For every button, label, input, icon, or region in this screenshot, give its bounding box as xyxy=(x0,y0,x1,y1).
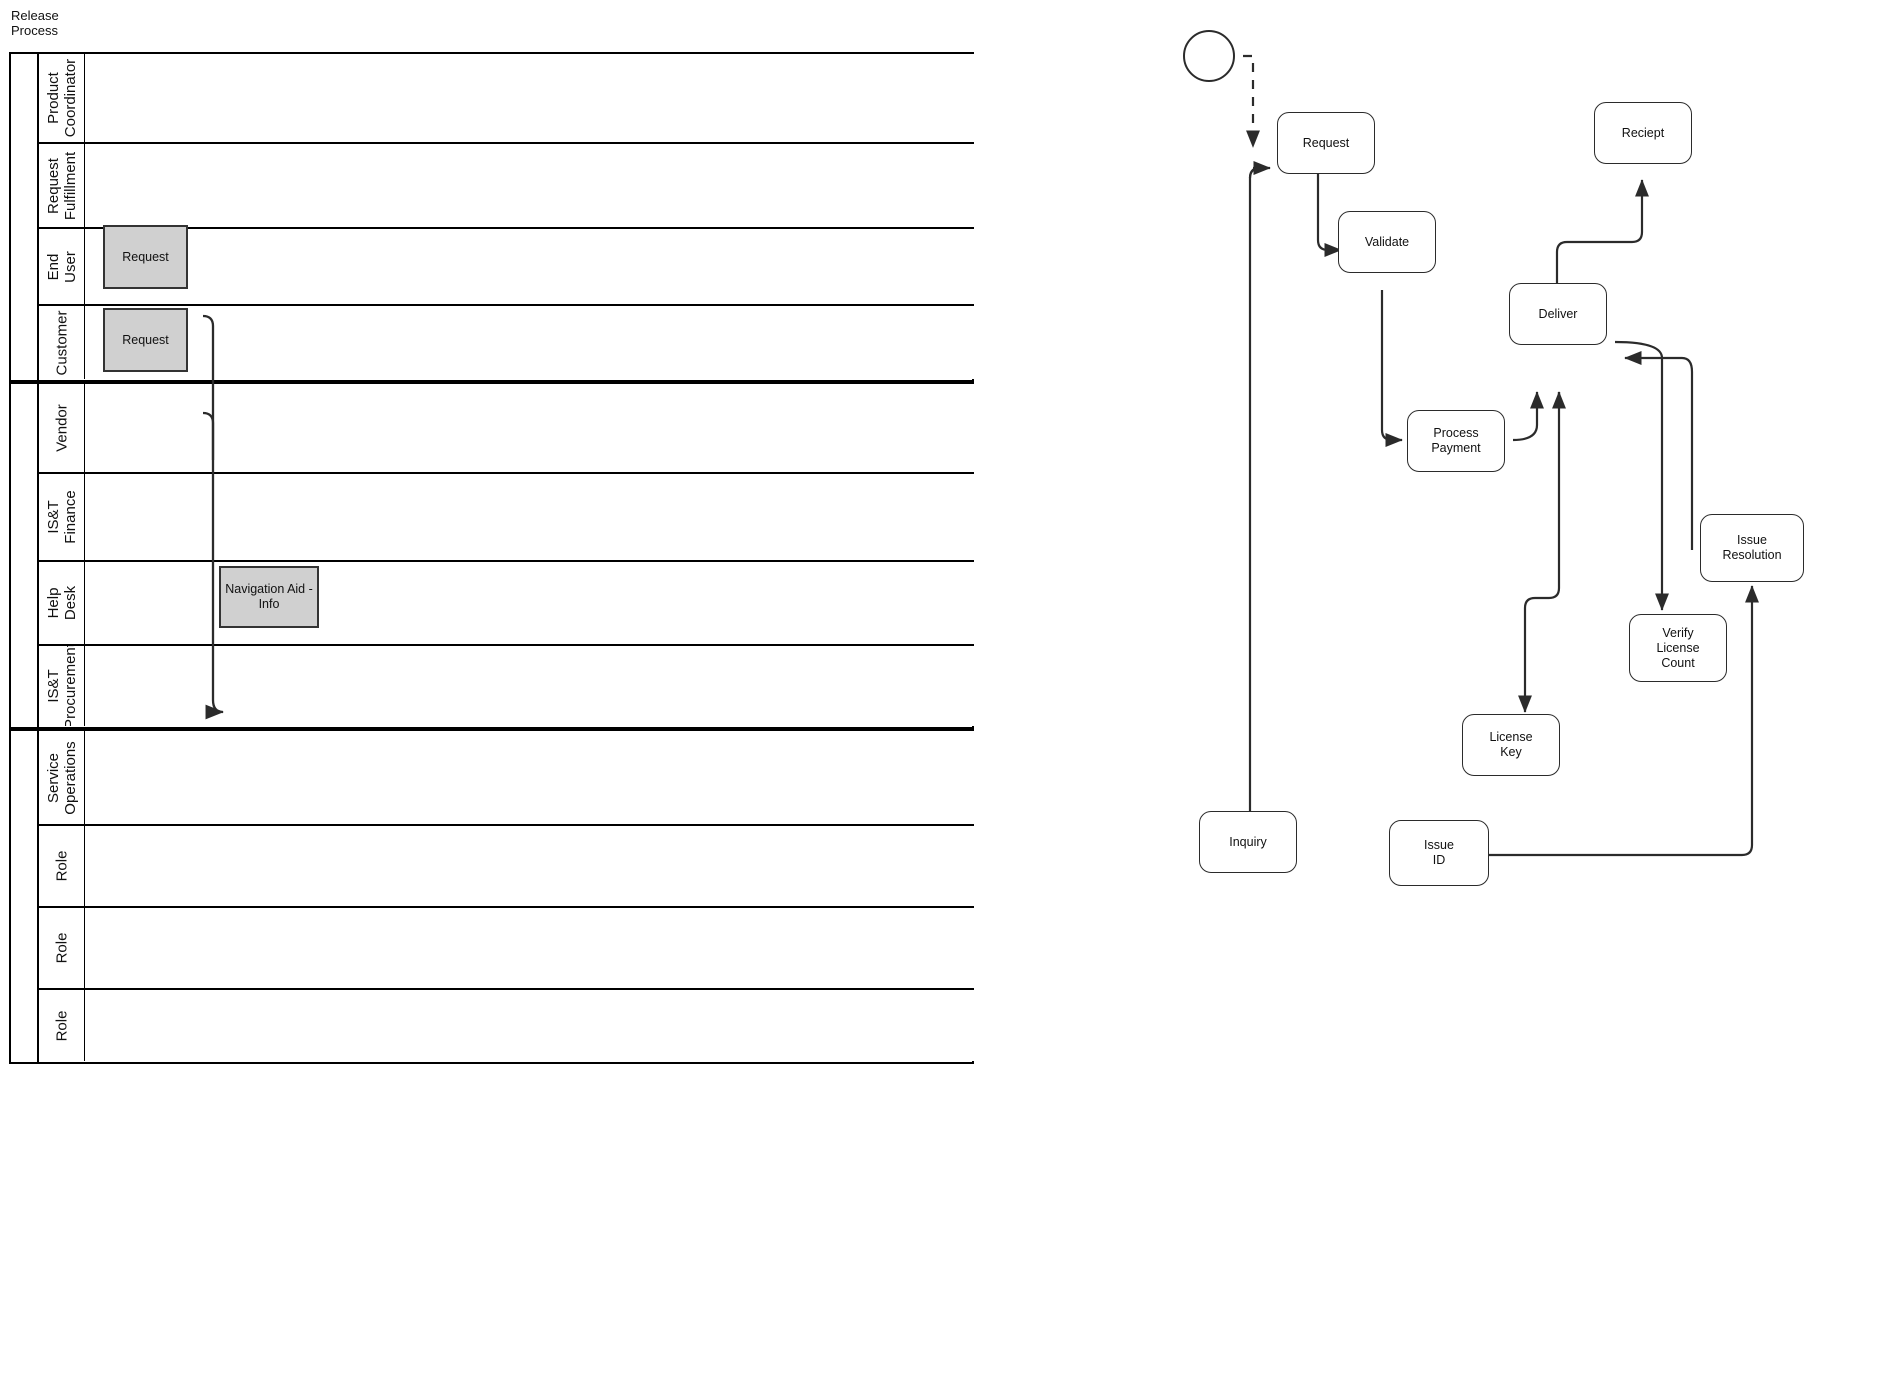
lane-role-2[interactable]: Role xyxy=(39,908,974,990)
node-verify-license-count[interactable]: Verify License Count xyxy=(1629,614,1727,682)
lane-header-role-3: Role xyxy=(39,990,85,1061)
lane-header-service-operations: Service Operations xyxy=(39,731,85,824)
lane-header-ist-procurement: IS&T Procurement xyxy=(39,646,85,726)
lane-label-ist-finance: IS&T Finance xyxy=(44,490,79,544)
lane-label-vendor: Vendor xyxy=(53,404,70,452)
task-customer-request[interactable]: Request xyxy=(103,308,188,372)
lane-label-end-user: End User xyxy=(44,250,79,283)
lane-label-role-3: Role xyxy=(53,1010,70,1041)
lane-ist-finance[interactable]: IS&T Finance xyxy=(39,474,974,562)
node-issue-resolution[interactable]: Issue Resolution xyxy=(1700,514,1804,582)
lane-role-1[interactable]: Role xyxy=(39,826,974,908)
lane-header-help-desk: Help Desk xyxy=(39,562,85,644)
node-deliver[interactable]: Deliver xyxy=(1509,283,1607,345)
lane-role-3[interactable]: Role xyxy=(39,990,974,1061)
lane-ist-procurement[interactable]: IS&T Procurement xyxy=(39,646,974,726)
lane-end-user[interactable]: End User Request xyxy=(39,225,974,306)
diagram-title: Release Process xyxy=(11,8,59,38)
lane-label-request-fulfillment: Request Fulfillment xyxy=(44,151,79,220)
pool-middle-header xyxy=(11,384,39,727)
lane-service-operations[interactable]: Service Operations xyxy=(39,731,974,826)
pool-bottom-header xyxy=(11,731,39,1062)
lane-label-customer: Customer xyxy=(53,309,70,376)
pool-top-header xyxy=(11,54,39,380)
lane-label-role-2: Role xyxy=(53,932,70,964)
lane-vendor[interactable]: Vendor xyxy=(39,384,974,474)
node-issue-id[interactable]: Issue ID xyxy=(1389,820,1489,886)
lane-help-desk[interactable]: Help Desk Navigation Aid - Info xyxy=(39,562,974,646)
lane-header-customer: Customer xyxy=(39,306,85,379)
lane-label-help-desk: Help Desk xyxy=(44,585,79,621)
lane-header-end-user: End User xyxy=(39,229,85,304)
pool-middle: Vendor IS&T Finance Help Desk Navigation… xyxy=(9,382,974,729)
lane-header-role-2: Role xyxy=(39,908,85,988)
lane-label-role-1: Role xyxy=(53,850,70,882)
node-inquiry[interactable]: Inquiry xyxy=(1199,811,1297,873)
lane-label-product-coordinator: Product Coordinator xyxy=(44,58,79,138)
node-request[interactable]: Request xyxy=(1277,112,1375,174)
lane-request-fulfillment[interactable]: Request Fulfillment xyxy=(39,144,974,229)
task-navigation-aid-info[interactable]: Navigation Aid - Info xyxy=(219,566,319,628)
lane-header-product-coordinator: Product Coordinator xyxy=(39,54,85,142)
lane-customer[interactable]: Customer Request xyxy=(39,306,974,379)
node-process-payment[interactable]: Process Payment xyxy=(1407,410,1505,472)
node-license-key[interactable]: License Key xyxy=(1462,714,1560,776)
node-validate[interactable]: Validate xyxy=(1338,211,1436,273)
lane-label-service-operations: Service Operations xyxy=(44,740,79,815)
start-event[interactable] xyxy=(1183,30,1235,82)
lane-header-vendor: Vendor xyxy=(39,384,85,472)
diagram-canvas: Release Process Product Coordinator Requ… xyxy=(0,0,1880,1381)
task-end-user-request[interactable]: Request xyxy=(103,225,188,289)
lane-label-ist-procurement: IS&T Procurement xyxy=(44,646,79,726)
node-reciept[interactable]: Reciept xyxy=(1594,102,1692,164)
lane-header-role-1: Role xyxy=(39,826,85,906)
lane-header-ist-finance: IS&T Finance xyxy=(39,474,85,560)
lane-product-coordinator[interactable]: Product Coordinator xyxy=(39,54,974,144)
pool-top: Product Coordinator Request Fulfillment … xyxy=(9,52,974,382)
pool-bottom: Service Operations Role Role Role xyxy=(9,729,974,1064)
lane-header-request-fulfillment: Request Fulfillment xyxy=(39,144,85,227)
